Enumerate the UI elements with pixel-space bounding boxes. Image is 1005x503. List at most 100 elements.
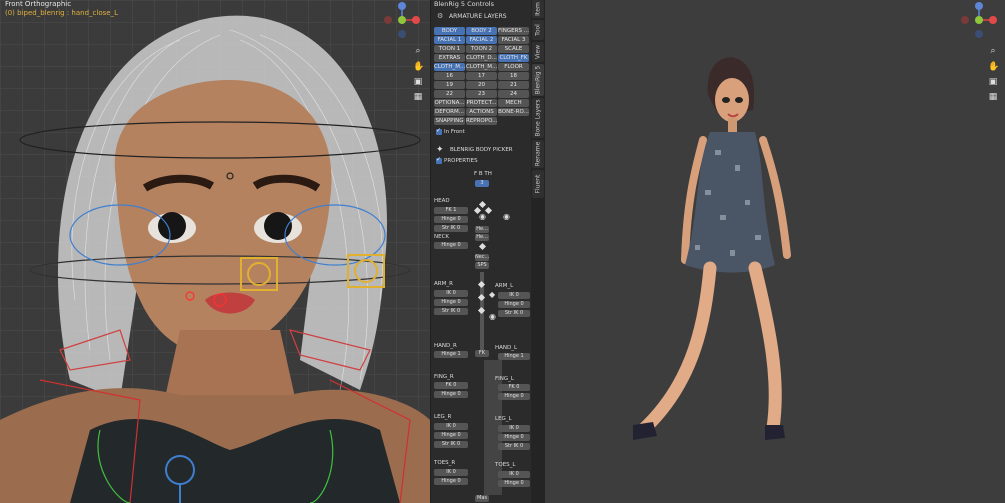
fbth-label: F B TH [474,171,492,177]
tab-tool[interactable]: Tool [532,20,544,40]
fk-picker-button[interactable]: FK [475,350,489,357]
layer-button[interactable]: CLOTH_D... [466,54,497,62]
properties-checkbox[interactable] [436,156,442,164]
arm-r-str-ik-button[interactable]: Str IK 0 [434,308,468,315]
pan-hand-icon[interactable]: ✋ [988,62,999,72]
hand-l-hinge-button[interactable]: Hinge 1 [498,353,530,360]
master-picker-button[interactable]: Mas [475,495,489,502]
layer-button[interactable]: TOON 1 [434,45,465,53]
layer-button[interactable]: CLOTH_FK [498,54,529,62]
layer-button[interactable]: FACIAL 1 [434,36,465,44]
layer-button[interactable]: 22 [434,90,465,98]
layer-button[interactable]: FINGERS ... [498,27,529,35]
leg-r-ik-button[interactable]: IK 0 [434,423,468,430]
toes-l-ik-button[interactable]: IK 0 [498,471,530,478]
tab-item[interactable]: Item [532,0,544,18]
arm-l-ik-button[interactable]: IK 0 [498,292,530,299]
layer-button[interactable]: BODY [434,27,465,35]
layer-button[interactable]: ACTIONS [466,108,497,116]
leg-r-hinge-button[interactable]: Hinge 0 [434,432,468,439]
layer-button[interactable]: 16 [434,72,465,80]
character-render [633,57,791,440]
layer-button[interactable]: PROTECT... [466,99,497,107]
tab-rename[interactable]: Rename [532,140,544,168]
zoom-icon[interactable]: ⌕ [413,46,423,56]
layer-button[interactable]: 19 [434,81,465,89]
head-picker-button[interactable]: He... [475,226,489,233]
leg-l-str-ik-button[interactable]: Str IK 0 [498,443,530,450]
picker-head-control[interactable] [484,206,493,215]
layer-button[interactable]: REPROPO... [466,117,497,125]
arm-fk-control[interactable]: ◆ [489,290,495,299]
layer-button[interactable]: CLOTH_M... [466,63,497,71]
fing-r-hinge-button[interactable]: Hinge 0 [434,391,468,398]
panel-header[interactable]: BlenRig 5 Controls [434,0,494,8]
head-picker-button-2[interactable]: He... [475,234,489,241]
leg-r-str-ik-button[interactable]: Str IK 0 [434,441,468,448]
layer-button[interactable]: SCALE [498,45,529,53]
head-str-ik-button[interactable]: Str IK 0 [434,225,468,232]
layer-button[interactable]: FLOOR [498,63,529,71]
tab-fluent[interactable]: Fluent [532,170,544,198]
layer-button[interactable]: 24 [498,90,529,98]
arm-r-ik-button[interactable]: IK 0 [434,290,468,297]
leg-l-ik-button[interactable]: IK 0 [498,425,530,432]
layer-button[interactable]: 23 [466,90,497,98]
layer-button[interactable]: 21 [498,81,529,89]
arm-l-str-ik-button[interactable]: Str IK 0 [498,310,530,317]
hand-r-hinge-button[interactable]: Hinge 1 [434,351,468,358]
viewport-right[interactable]: ⌕ ✋ ▣ ▦ [545,0,1005,503]
neck-label: NECK [434,234,450,240]
layer-button[interactable]: BODY 2 [466,27,497,35]
arm-l-hinge-button[interactable]: Hinge 0 [498,301,530,308]
fing-l-hinge-button[interactable]: Hinge 0 [498,393,530,400]
layer-button[interactable]: 18 [498,72,529,80]
in-front-checkbox[interactable] [436,127,442,135]
toes-r-ik-button[interactable]: IK 0 [434,469,468,476]
arm-r-hinge-button[interactable]: Hinge 0 [434,299,468,306]
tab-view[interactable]: View [532,42,544,62]
layer-button[interactable]: 17 [466,72,497,80]
grid-view-icon[interactable]: ▦ [988,92,998,102]
layer-button[interactable]: FACIAL 2 [466,36,497,44]
neck-picker-button[interactable]: Nec... [475,254,489,261]
navigation-gizmo[interactable] [380,0,428,48]
toes-r-hinge-button[interactable]: Hinge 0 [434,478,468,485]
neck-hinge-button[interactable]: Hinge 0 [434,242,468,249]
layer-button[interactable]: MECH [498,99,529,107]
layer-button[interactable]: 20 [466,81,497,89]
fing-r-fk-button[interactable]: FK 0 [434,382,468,389]
tab-blenrig5[interactable]: BlenRig 5 [532,64,544,96]
layer-button[interactable]: DEFORM... [434,108,465,116]
leg-l-hinge-button[interactable]: Hinge 0 [498,434,530,441]
grid-view-icon[interactable]: ▦ [413,92,423,102]
viewport-left[interactable]: Front Orthographic (0) biped_blenrig : h… [0,0,430,503]
layer-button[interactable]: SNAPPING [434,117,465,125]
head-hinge-button[interactable]: Hinge 0 [434,216,468,223]
layer-button[interactable]: EXTRAS [434,54,465,62]
picker-head-control[interactable] [478,200,487,209]
layer-button[interactable]: CLOTH_M... [434,63,465,71]
body-picker-label: BLENRIG BODY PICKER [450,147,513,153]
picker-neck-control[interactable] [478,242,487,251]
layer-button[interactable]: FACIAL 3 [498,36,529,44]
spine-picker-button[interactable]: SPS [475,262,489,269]
layer-button[interactable]: BONE-RO... [498,108,529,116]
armature-icon: ⚙ [437,12,444,20]
camera-icon[interactable]: ▣ [413,77,423,87]
navigation-gizmo-right[interactable] [957,0,1005,48]
fbth-value[interactable]: 3 [475,180,489,187]
arm-fk-control[interactable]: ◉ [489,312,496,321]
tab-bone-layers[interactable]: Bone Layers [532,98,544,138]
head-fk-button[interactable]: FK 1 [434,207,468,214]
leg-l-label: LEG_L [495,416,512,422]
eye-icon[interactable]: ◉ [479,212,486,221]
eye-icon[interactable]: ◉ [503,212,510,221]
camera-icon[interactable]: ▣ [988,77,998,87]
zoom-icon[interactable]: ⌕ [988,46,998,56]
pan-hand-icon[interactable]: ✋ [413,62,424,72]
layer-button[interactable]: OPTIONA... [434,99,465,107]
layer-button[interactable]: TOON 2 [466,45,497,53]
fing-l-fk-button[interactable]: FK 0 [498,384,530,391]
toes-l-hinge-button[interactable]: Hinge 0 [498,480,530,487]
